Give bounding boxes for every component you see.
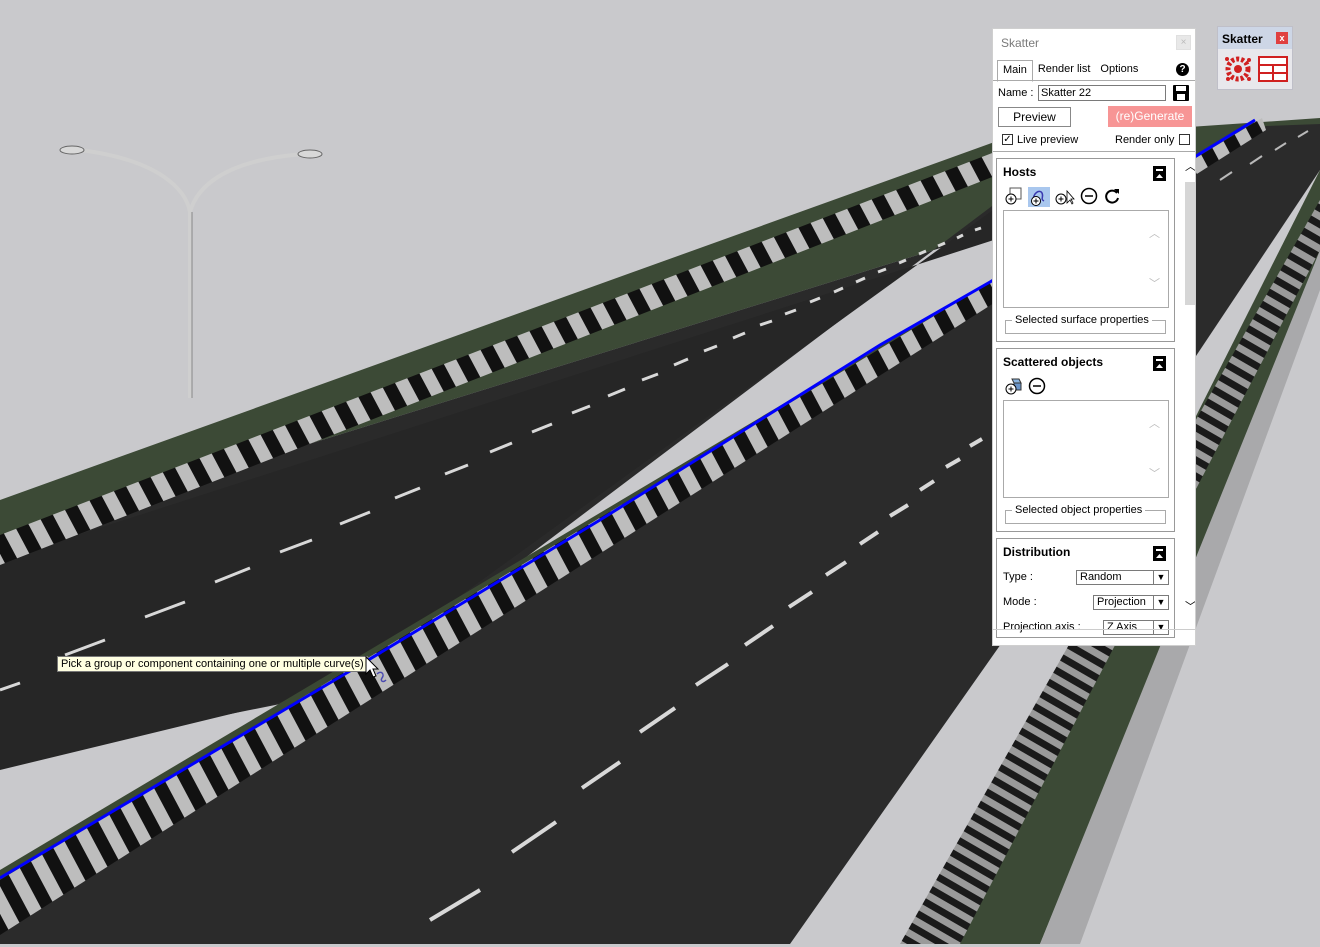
scrollbar-thumb[interactable]: [1185, 182, 1195, 305]
hosts-section: Hosts ︿ ﹀ Selected surface properties: [996, 158, 1175, 342]
scroll-down-icon[interactable]: ﹀: [1149, 275, 1160, 291]
tab-options[interactable]: Options: [1095, 60, 1143, 80]
scroll-up-icon[interactable]: ︿: [1185, 158, 1195, 174]
regenerate-button[interactable]: (re)Generate: [1108, 106, 1192, 127]
surface-properties-group: Selected surface properties: [1005, 314, 1166, 334]
surface-properties-label: Selected surface properties: [1012, 314, 1152, 326]
refresh-icon[interactable]: [1103, 187, 1121, 205]
collapse-icon[interactable]: [1153, 166, 1166, 181]
type-value: Random: [1080, 571, 1122, 583]
type-select[interactable]: Random ▼: [1076, 570, 1169, 585]
hosts-title: Hosts: [1003, 165, 1037, 179]
chevron-down-icon: ▼: [1153, 596, 1168, 609]
scattered-toolbar: [1005, 377, 1046, 395]
tab-render-list[interactable]: Render list: [1033, 60, 1096, 80]
mode-label: Mode :: [1003, 596, 1037, 608]
main-scroll-area[interactable]: Hosts ︿ ﹀ Selected surface properties Sc…: [993, 151, 1195, 638]
object-properties-label: Selected object properties: [1012, 504, 1146, 516]
scattered-objects-list[interactable]: ︿ ﹀: [1003, 400, 1169, 498]
pick-tooltip: Pick a group or component containing one…: [57, 656, 368, 672]
mode-select[interactable]: Projection ▼: [1093, 595, 1169, 610]
distribution-title: Distribution: [1003, 545, 1071, 559]
add-point-icon[interactable]: [1055, 187, 1075, 205]
scroll-up-icon[interactable]: ︿: [1149, 415, 1160, 431]
name-label: Name :: [998, 87, 1034, 99]
scroll-down-icon[interactable]: ﹀: [1149, 465, 1160, 481]
object-properties-group: Selected object properties: [1005, 504, 1166, 524]
distribution-section: Distribution Type : Random ▼ Mode : Proj…: [996, 538, 1175, 638]
tab-divider: [993, 80, 1195, 81]
scroll-up-icon[interactable]: ︿: [1149, 225, 1160, 241]
hosts-toolbar: [1005, 187, 1121, 207]
close-icon[interactable]: ×: [1176, 35, 1191, 50]
pointer-cursor-icon: [365, 656, 387, 683]
skatter-toolbar-window: Skatter x: [1217, 26, 1293, 90]
preview-button[interactable]: Preview: [998, 107, 1071, 127]
toolbar-title: Skatter: [1222, 32, 1263, 46]
add-surface-icon[interactable]: [1005, 187, 1023, 205]
collapse-icon[interactable]: [1153, 546, 1166, 561]
chevron-down-icon: ▼: [1153, 571, 1168, 584]
render-only-checkbox[interactable]: [1179, 134, 1190, 145]
scattered-title: Scattered objects: [1003, 355, 1104, 369]
scroll-down-icon[interactable]: ﹀: [1185, 598, 1195, 614]
skatter-panel: Skatter × Main Render list Options ? Nam…: [992, 28, 1196, 646]
tab-bar: Main Render list Options: [997, 60, 1143, 82]
save-icon[interactable]: [1172, 84, 1190, 102]
name-field[interactable]: [1038, 85, 1166, 101]
remove-icon[interactable]: [1028, 377, 1046, 395]
panel-footer: [993, 629, 1195, 645]
close-icon[interactable]: x: [1276, 32, 1288, 44]
help-icon[interactable]: ?: [1176, 63, 1189, 76]
panel-scrollbar[interactable]: ︿ ﹀: [1183, 158, 1195, 618]
live-preview-label: Live preview: [1017, 134, 1079, 146]
panel-title: Skatter: [1001, 36, 1040, 50]
add-object-icon[interactable]: [1005, 377, 1023, 395]
remove-icon[interactable]: [1080, 187, 1098, 205]
skatter-render-list-icon[interactable]: [1258, 55, 1288, 83]
hosts-list[interactable]: ︿ ﹀: [1003, 210, 1169, 308]
add-curve-icon[interactable]: [1028, 187, 1050, 207]
render-only-label: Render only: [1115, 134, 1175, 146]
scattered-objects-section: Scattered objects ︿ ﹀ Selected object pr…: [996, 348, 1175, 532]
live-preview-checkbox[interactable]: ✓: [1002, 134, 1013, 145]
tab-main[interactable]: Main: [997, 60, 1033, 82]
collapse-icon[interactable]: [1153, 356, 1166, 371]
toolbar-titlebar[interactable]: Skatter x: [1218, 27, 1292, 49]
type-label: Type :: [1003, 571, 1033, 583]
skatter-scatter-icon[interactable]: [1222, 53, 1254, 85]
mode-value: Projection: [1097, 596, 1146, 608]
